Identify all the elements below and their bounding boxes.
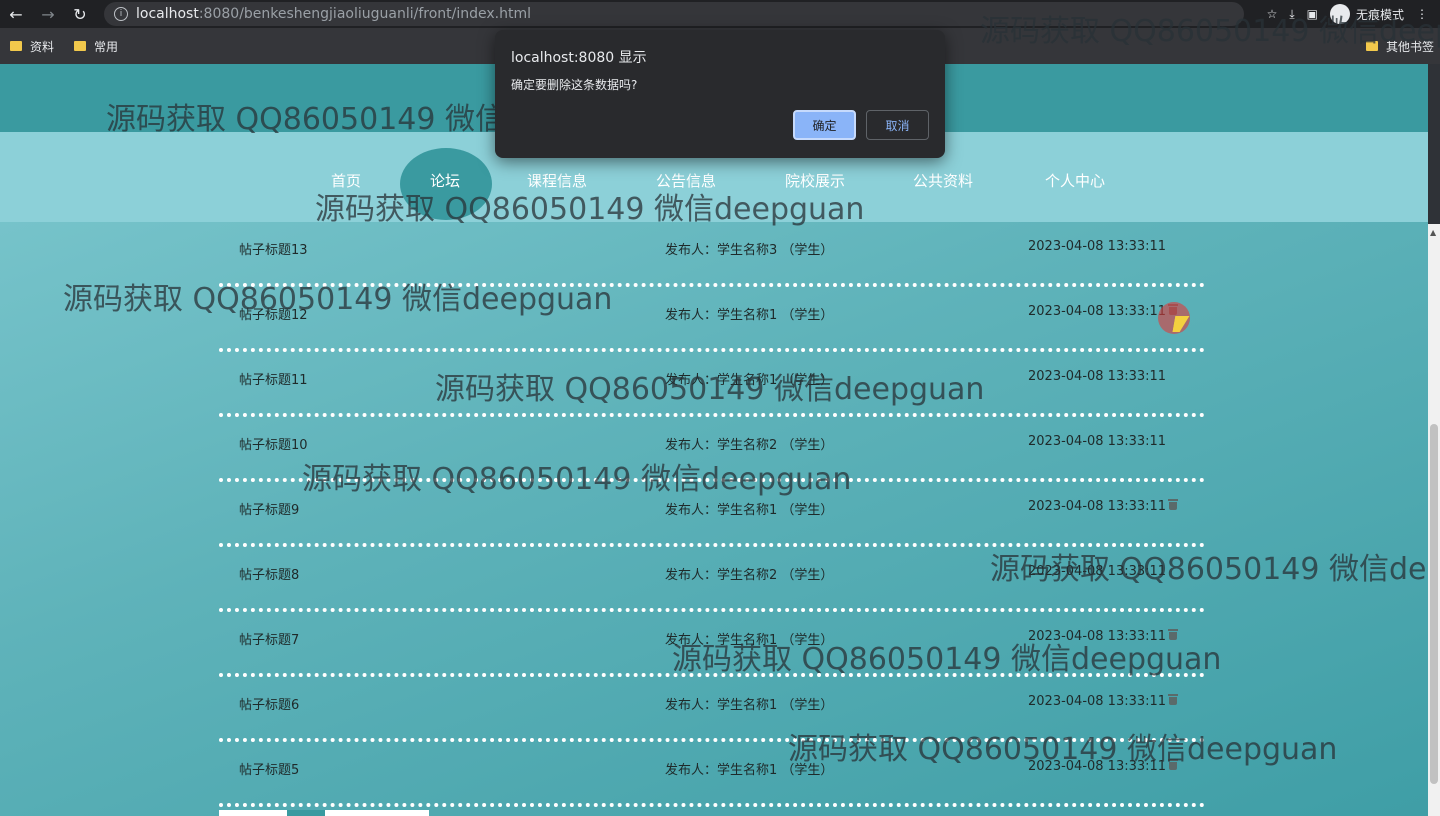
bookmark-folder[interactable]: 常用 <box>74 38 118 55</box>
bookmark-label: 常用 <box>94 39 119 54</box>
delete-icon[interactable] <box>1166 497 1180 513</box>
bookmark-folder[interactable]: 资料 <box>10 38 54 55</box>
delete-icon[interactable] <box>1166 627 1180 643</box>
nav-item-schools[interactable]: 院校展示 <box>785 170 845 191</box>
nav-item-profile[interactable]: 个人中心 <box>1045 170 1105 191</box>
nav-item-courses[interactable]: 课程信息 <box>527 170 587 191</box>
page-scrollbar[interactable]: ▲ <box>1428 224 1440 816</box>
post-author: 发布人：学生名称2 （学生） <box>665 568 834 583</box>
post-author: 发布人：学生名称1 （学生） <box>665 763 834 778</box>
post-author: 发布人：学生名称1 （学生） <box>665 373 834 388</box>
post-time: 2023-04-08 13:33:11 <box>1028 759 1167 774</box>
scrollbar-thumb[interactable] <box>1430 424 1438 784</box>
post-time: 2023-04-08 13:33:11 <box>1028 629 1167 644</box>
post-title[interactable]: 帖子标题7 <box>239 629 299 648</box>
page-viewport: 首页 论坛 课程信息 公告信息 院校展示 公共资料 个人中心 帖子标题13 发布… <box>0 64 1428 816</box>
post-title[interactable]: 帖子标题10 <box>239 434 308 453</box>
incognito-label: 无痕模式 <box>1355 7 1404 22</box>
post-author: 发布人：学生名称2 （学生） <box>665 438 834 453</box>
nav-item-notices[interactable]: 公告信息 <box>656 170 716 191</box>
dialog-title: localhost:8080 显示 <box>511 50 647 66</box>
post-author: 发布人：学生名称1 （学生） <box>665 633 834 648</box>
post-title[interactable]: 帖子标题8 <box>239 564 299 583</box>
folder-icon <box>1365 41 1378 51</box>
post-time: 2023-04-08 13:33:11 <box>1028 564 1167 579</box>
download-icon[interactable]: ⤓ <box>1289 7 1294 22</box>
post-row[interactable]: 帖子标题5 发布人：学生名称1 （学生） 2023-04-08 13:33:11 <box>219 742 1205 807</box>
post-row[interactable]: 帖子标题6 发布人：学生名称1 （学生） 2023-04-08 13:33:11 <box>219 677 1205 742</box>
site-info-icon[interactable]: i <box>114 7 128 21</box>
address-bar[interactable]: i localhost:8080/benkeshengjiaoliuguanli… <box>104 2 1244 26</box>
post-time: 2023-04-08 13:33:11 <box>1028 239 1167 254</box>
post-list: 帖子标题13 发布人：学生名称3 （学生） 2023-04-08 13:33:1… <box>219 222 1205 807</box>
url-host: localhost <box>136 6 199 22</box>
post-time: 2023-04-08 13:33:11 <box>1028 434 1167 449</box>
post-time: 2023-04-08 13:33:11 <box>1028 694 1167 709</box>
post-title[interactable]: 帖子标题6 <box>239 694 299 713</box>
incognito-badge[interactable]: 无痕模式 <box>1329 4 1404 24</box>
folder-icon <box>10 41 22 51</box>
post-title[interactable]: 帖子标题12 <box>239 304 308 323</box>
dialog-message: 确定要删除这条数据吗? <box>511 78 638 92</box>
pagination-current[interactable] <box>287 810 325 816</box>
browser-actions: ☆ ⤓ ▣ 无痕模式 ⋮ <box>1267 0 1440 28</box>
post-title[interactable]: 帖子标题11 <box>239 369 308 388</box>
post-author: 发布人：学生名称1 （学生） <box>665 503 834 518</box>
post-time: 2023-04-08 13:33:11 <box>1028 369 1167 384</box>
tab-search-icon[interactable]: ▣ <box>1307 7 1318 21</box>
scroll-up-icon[interactable]: ▲ <box>1430 228 1436 237</box>
post-row[interactable]: 帖子标题8 发布人：学生名称2 （学生） 2023-04-08 13:33:11 <box>219 547 1205 612</box>
other-bookmarks[interactable]: 其他书签 <box>1365 28 1434 64</box>
mouse-cursor-icon <box>1172 316 1190 332</box>
post-author: 发布人：学生名称3 （学生） <box>665 243 834 258</box>
post-title[interactable]: 帖子标题5 <box>239 759 299 778</box>
pagination[interactable] <box>219 810 429 816</box>
browser-toolbar: ← → ↻ i localhost:8080/benkeshengjiaoliu… <box>0 0 1440 28</box>
post-row[interactable]: 帖子标题13 发布人：学生名称3 （学生） 2023-04-08 13:33:1… <box>219 222 1205 287</box>
post-row[interactable]: 帖子标题10 发布人：学生名称2 （学生） 2023-04-08 13:33:1… <box>219 417 1205 482</box>
bookmark-label: 资料 <box>30 39 55 54</box>
cancel-button[interactable]: 取消 <box>866 110 929 140</box>
url-path: :8080/benkeshengjiaoliuguanli/front/inde… <box>198 6 531 22</box>
incognito-icon <box>1329 4 1350 24</box>
nav-item-resources[interactable]: 公共资料 <box>913 170 973 191</box>
other-bookmarks-label: 其他书签 <box>1385 39 1434 54</box>
post-time: 2023-04-08 13:33:11 <box>1028 499 1167 514</box>
confirm-dialog: localhost:8080 显示 确定要删除这条数据吗? 确定 取消 <box>495 30 945 158</box>
post-time: 2023-04-08 13:33:11 <box>1028 304 1167 319</box>
delete-icon[interactable] <box>1166 757 1180 773</box>
post-author: 发布人：学生名称1 （学生） <box>665 698 834 713</box>
nav-item-forum[interactable]: 论坛 <box>430 170 460 191</box>
post-row[interactable]: 帖子标题7 发布人：学生名称1 （学生） 2023-04-08 13:33:11 <box>219 612 1205 677</box>
post-author: 发布人：学生名称1 （学生） <box>665 308 834 323</box>
back-icon[interactable]: ← <box>0 0 32 28</box>
post-row[interactable]: 帖子标题12 发布人：学生名称1 （学生） 2023-04-08 13:33:1… <box>219 287 1205 352</box>
nav-item-home[interactable]: 首页 <box>331 170 361 191</box>
post-title[interactable]: 帖子标题9 <box>239 499 299 518</box>
post-row[interactable]: 帖子标题9 发布人：学生名称1 （学生） 2023-04-08 13:33:11 <box>219 482 1205 547</box>
bookmark-star-icon[interactable]: ☆ <box>1267 7 1278 21</box>
folder-icon <box>74 41 87 51</box>
menu-icon[interactable]: ⋮ <box>1416 7 1428 21</box>
post-title[interactable]: 帖子标题13 <box>239 239 308 258</box>
delete-icon[interactable] <box>1166 692 1180 708</box>
forward-icon[interactable]: → <box>32 0 64 28</box>
confirm-button[interactable]: 确定 <box>793 110 856 140</box>
reload-icon[interactable]: ↻ <box>64 0 96 28</box>
post-row[interactable]: 帖子标题11 发布人：学生名称1 （学生） 2023-04-08 13:33:1… <box>219 352 1205 417</box>
